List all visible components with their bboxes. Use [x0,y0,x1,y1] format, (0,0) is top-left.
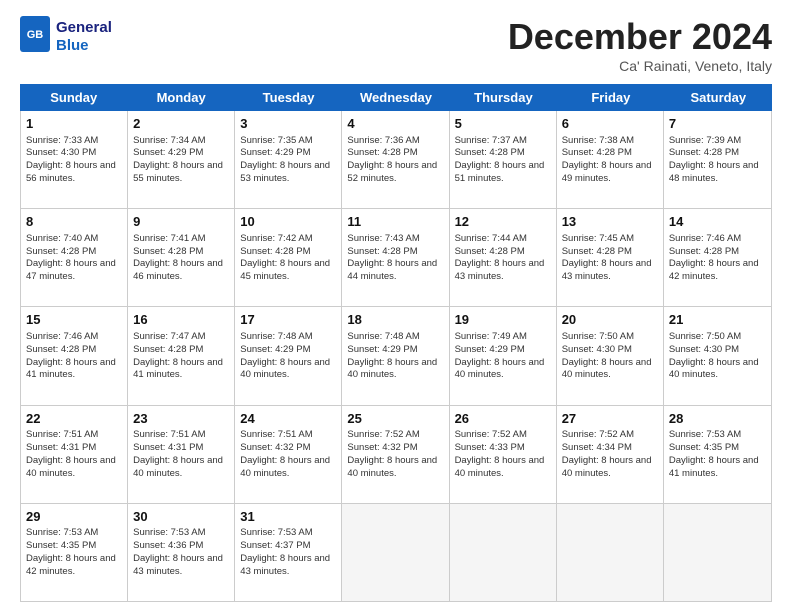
svg-text:GB: GB [27,29,44,41]
calendar-header: Sunday Monday Tuesday Wednesday Thursday… [20,84,772,111]
header-friday: Friday [557,84,664,111]
logo: GB General Blue [20,16,112,57]
week-row-2: 8 Sunrise: 7:40 AM Sunset: 4:28 PM Dayli… [21,209,771,307]
day-24: 24 Sunrise: 7:51 AM Sunset: 4:32 PM Dayl… [235,406,342,503]
day-9: 9 Sunrise: 7:41 AM Sunset: 4:28 PM Dayli… [128,209,235,306]
day-8: 8 Sunrise: 7:40 AM Sunset: 4:28 PM Dayli… [21,209,128,306]
day-empty-1 [342,504,449,601]
calendar-body: 1 Sunrise: 7:33 AM Sunset: 4:30 PM Dayli… [20,111,772,602]
logo-line2: Blue [56,37,112,55]
header: GB General Blue December 2024 Ca' Rainat… [20,16,772,74]
day-6: 6 Sunrise: 7:38 AM Sunset: 4:28 PM Dayli… [557,111,664,208]
day-26: 26 Sunrise: 7:52 AM Sunset: 4:33 PM Dayl… [450,406,557,503]
month-title: December 2024 [508,16,772,58]
day-17: 17 Sunrise: 7:48 AM Sunset: 4:29 PM Dayl… [235,307,342,404]
week-row-1: 1 Sunrise: 7:33 AM Sunset: 4:30 PM Dayli… [21,111,771,209]
week-row-4: 22 Sunrise: 7:51 AM Sunset: 4:31 PM Dayl… [21,406,771,504]
day-21: 21 Sunrise: 7:50 AM Sunset: 4:30 PM Dayl… [664,307,771,404]
header-thursday: Thursday [450,84,557,111]
day-12: 12 Sunrise: 7:44 AM Sunset: 4:28 PM Dayl… [450,209,557,306]
calendar: Sunday Monday Tuesday Wednesday Thursday… [20,84,772,602]
week-row-5: 29 Sunrise: 7:53 AM Sunset: 4:35 PM Dayl… [21,504,771,601]
day-28: 28 Sunrise: 7:53 AM Sunset: 4:35 PM Dayl… [664,406,771,503]
header-sunday: Sunday [20,84,127,111]
day-20: 20 Sunrise: 7:50 AM Sunset: 4:30 PM Dayl… [557,307,664,404]
header-tuesday: Tuesday [235,84,342,111]
day-30: 30 Sunrise: 7:53 AM Sunset: 4:36 PM Dayl… [128,504,235,601]
day-16: 16 Sunrise: 7:47 AM Sunset: 4:28 PM Dayl… [128,307,235,404]
header-monday: Monday [127,84,234,111]
day-31: 31 Sunrise: 7:53 AM Sunset: 4:37 PM Dayl… [235,504,342,601]
day-14: 14 Sunrise: 7:46 AM Sunset: 4:28 PM Dayl… [664,209,771,306]
day-19: 19 Sunrise: 7:49 AM Sunset: 4:29 PM Dayl… [450,307,557,404]
day-empty-2 [450,504,557,601]
day-27: 27 Sunrise: 7:52 AM Sunset: 4:34 PM Dayl… [557,406,664,503]
header-wednesday: Wednesday [342,84,449,111]
day-25: 25 Sunrise: 7:52 AM Sunset: 4:32 PM Dayl… [342,406,449,503]
title-block: December 2024 Ca' Rainati, Veneto, Italy [508,16,772,74]
day-4: 4 Sunrise: 7:36 AM Sunset: 4:28 PM Dayli… [342,111,449,208]
day-29: 29 Sunrise: 7:53 AM Sunset: 4:35 PM Dayl… [21,504,128,601]
day-10: 10 Sunrise: 7:42 AM Sunset: 4:28 PM Dayl… [235,209,342,306]
logo-icon: GB [20,16,50,52]
day-5: 5 Sunrise: 7:37 AM Sunset: 4:28 PM Dayli… [450,111,557,208]
day-empty-4 [664,504,771,601]
day-3: 3 Sunrise: 7:35 AM Sunset: 4:29 PM Dayli… [235,111,342,208]
day-22: 22 Sunrise: 7:51 AM Sunset: 4:31 PM Dayl… [21,406,128,503]
week-row-3: 15 Sunrise: 7:46 AM Sunset: 4:28 PM Dayl… [21,307,771,405]
day-2: 2 Sunrise: 7:34 AM Sunset: 4:29 PM Dayli… [128,111,235,208]
day-18: 18 Sunrise: 7:48 AM Sunset: 4:29 PM Dayl… [342,307,449,404]
day-23: 23 Sunrise: 7:51 AM Sunset: 4:31 PM Dayl… [128,406,235,503]
day-13: 13 Sunrise: 7:45 AM Sunset: 4:28 PM Dayl… [557,209,664,306]
day-1: 1 Sunrise: 7:33 AM Sunset: 4:30 PM Dayli… [21,111,128,208]
calendar-page: GB General Blue December 2024 Ca' Rainat… [0,0,792,612]
header-saturday: Saturday [665,84,772,111]
day-11: 11 Sunrise: 7:43 AM Sunset: 4:28 PM Dayl… [342,209,449,306]
logo-line1: General [56,19,112,37]
day-empty-3 [557,504,664,601]
day-15: 15 Sunrise: 7:46 AM Sunset: 4:28 PM Dayl… [21,307,128,404]
location: Ca' Rainati, Veneto, Italy [508,58,772,74]
day-7: 7 Sunrise: 7:39 AM Sunset: 4:28 PM Dayli… [664,111,771,208]
